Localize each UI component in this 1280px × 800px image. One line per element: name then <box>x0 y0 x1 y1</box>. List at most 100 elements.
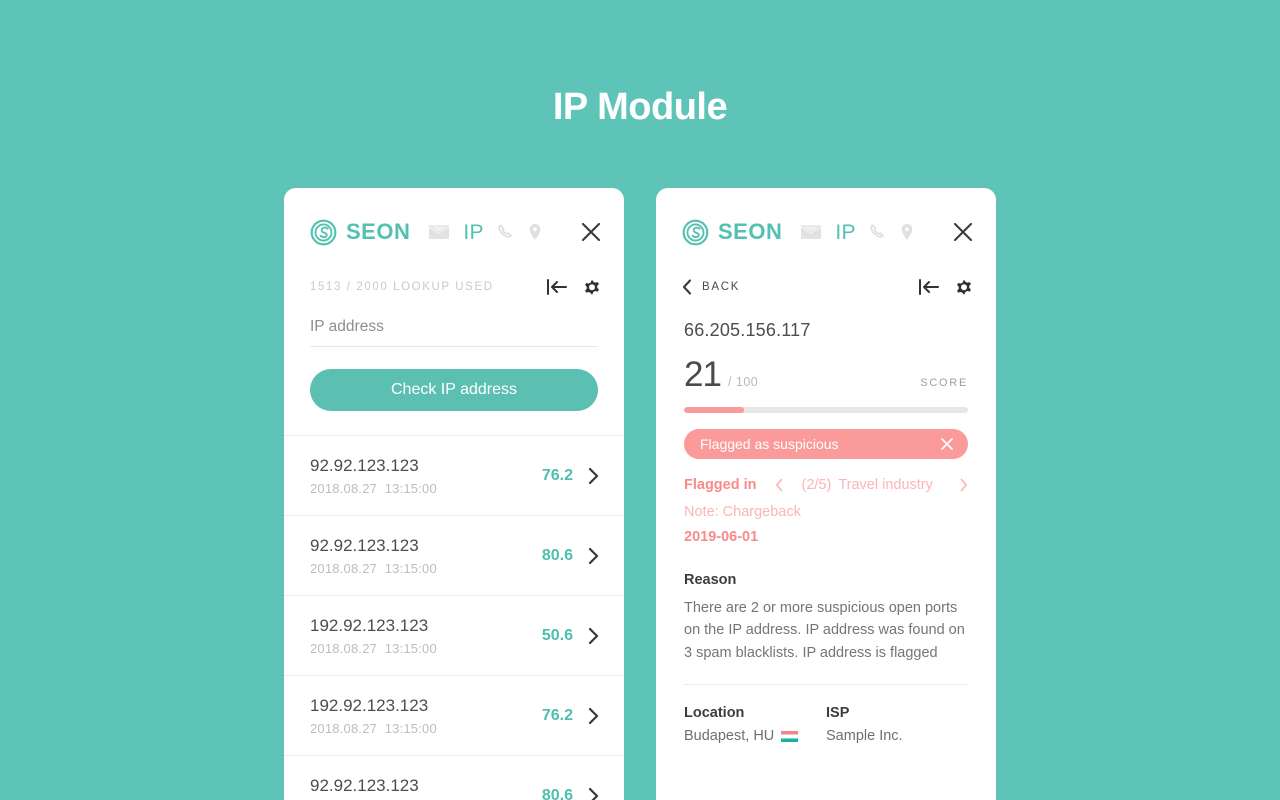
envelope-icon[interactable] <box>800 224 823 240</box>
chevron-left-icon[interactable] <box>775 478 784 492</box>
list-item-info: 92.92.123.123 2018.08.27 13:15:00 <box>310 455 542 495</box>
collapse-left-icon[interactable] <box>546 278 568 296</box>
reason-text: There are 2 or more suspicious open port… <box>684 600 965 661</box>
list-item-ip: 92.92.123.123 <box>310 536 419 556</box>
close-icon[interactable] <box>952 221 974 243</box>
ip-detail-card: SEON IP BACK 66.205.156.117 21 / 100 SCO… <box>656 188 996 800</box>
list-item-score: 80.6 <box>541 546 573 564</box>
flagged-banner-text: Flagged as suspicious <box>700 436 839 452</box>
collapse-left-icon[interactable] <box>918 278 940 296</box>
score-progress-bar <box>684 407 968 413</box>
gear-icon[interactable] <box>582 277 602 297</box>
list-item-info: 192.92.123.123 2018.08.27 13:15:00 <box>310 695 542 735</box>
flagged-banner: Flagged as suspicious <box>684 429 968 459</box>
chevron-right-icon[interactable] <box>587 467 600 485</box>
card-header-right: SEON IP <box>656 188 996 252</box>
isp-value: Sample Inc. <box>826 728 903 745</box>
detail-body: 66.205.156.117 21 / 100 SCORE Flagged as… <box>656 310 996 744</box>
check-ip-button[interactable]: Check IP address <box>310 369 598 411</box>
list-item-info: 92.92.123.123 2018.08.27 13:15:00 <box>310 535 542 575</box>
back-button[interactable]: BACK <box>682 279 740 295</box>
flagged-in-date: 2019-06-01 <box>684 529 759 545</box>
list-item-timestamp: 2018.08.27 13:15:00 <box>310 480 437 496</box>
list-item-info: 92.92.123.123 2018.08.27 13:15:00 <box>310 775 542 800</box>
isp-value-row: Sample Inc. <box>826 728 968 744</box>
list-item-score: 50.6 <box>541 626 573 644</box>
chevron-right-icon[interactable] <box>587 787 600 800</box>
location-column: Location Budapest, HU <box>684 705 826 744</box>
location-title: Location <box>684 705 745 722</box>
lookup-subbar: 1513 / 2000 LOOKUP USED <box>284 264 624 310</box>
list-item-ip: 92.92.123.123 <box>310 776 419 796</box>
lookup-used-label: 1513 / 2000 LOOKUP USED <box>310 281 494 293</box>
detail-ip-address: 66.205.156.117 <box>684 320 811 340</box>
score-value: 21 <box>684 355 722 394</box>
flagged-in-count: (2/5) <box>801 477 832 493</box>
seon-logo: SEON <box>682 219 782 246</box>
hungary-flag-icon <box>781 730 799 742</box>
location-value: Budapest, HU <box>684 728 775 745</box>
divider <box>684 684 968 686</box>
seon-logo-text: SEON <box>346 219 411 244</box>
gear-icon[interactable] <box>954 277 974 297</box>
meta-grid: Location Budapest, HU ISP Sample Inc. <box>684 705 968 744</box>
list-item-score: 76.2 <box>541 706 573 724</box>
seon-logo-text: SEON <box>718 219 783 244</box>
close-icon[interactable] <box>940 437 954 451</box>
score-max: / 100 <box>727 375 759 389</box>
list-item[interactable]: 192.92.123.123 2018.08.27 13:15:00 76.2 <box>284 676 624 756</box>
seon-logo: SEON <box>310 219 410 246</box>
list-item-info: 192.92.123.123 2018.08.27 13:15:00 <box>310 615 542 655</box>
location-value-row: Budapest, HU <box>684 728 826 744</box>
seon-logo-icon <box>310 219 337 245</box>
ip-lookup-card: SEON IP 1513 / 2000 LOOKUP USED IP addre… <box>284 188 624 800</box>
reason-title: Reason <box>684 572 737 588</box>
list-item[interactable]: 92.92.123.123 2018.08.27 13:15:00 80.6 <box>284 756 624 800</box>
phone-icon[interactable] <box>497 223 515 241</box>
list-item-ip: 192.92.123.123 <box>310 616 429 636</box>
location-pin-icon[interactable] <box>900 223 914 241</box>
seon-logo-icon <box>682 219 709 245</box>
list-item-timestamp: 2018.08.27 13:15:00 <box>310 560 437 576</box>
tab-ip[interactable]: IP <box>835 222 855 243</box>
chevron-right-icon[interactable] <box>587 547 600 565</box>
subbar-tools-right <box>918 277 974 297</box>
back-label: BACK <box>702 281 741 293</box>
isp-title: ISP <box>826 705 850 722</box>
chevron-right-icon[interactable] <box>959 478 968 492</box>
ip-history-list: 92.92.123.123 2018.08.27 13:15:00 76.2 9… <box>284 435 624 800</box>
list-item-timestamp: 2018.08.27 13:15:00 <box>310 720 437 736</box>
score-progress-fill <box>684 407 744 413</box>
phone-icon[interactable] <box>869 223 887 241</box>
tab-ip[interactable]: IP <box>463 222 483 243</box>
list-item[interactable]: 92.92.123.123 2018.08.27 13:15:00 76.2 <box>284 436 624 516</box>
detail-subbar: BACK <box>656 264 996 310</box>
card-header-left: SEON IP <box>284 188 624 252</box>
list-item[interactable]: 192.92.123.123 2018.08.27 13:15:00 50.6 <box>284 596 624 676</box>
chevron-left-icon <box>682 279 692 295</box>
flagged-in-note: Note: Chargeback <box>684 504 801 520</box>
list-item-ip: 92.92.123.123 <box>310 456 419 476</box>
location-pin-icon[interactable] <box>528 223 542 241</box>
score-row: 21 / 100 SCORE <box>684 357 968 392</box>
subbar-tools-left <box>546 277 602 297</box>
close-icon[interactable] <box>580 221 602 243</box>
list-item[interactable]: 92.92.123.123 2018.08.27 13:15:00 80.6 <box>284 516 624 596</box>
list-item-score: 76.2 <box>541 466 573 484</box>
cards-container: SEON IP 1513 / 2000 LOOKUP USED IP addre… <box>0 188 1280 800</box>
isp-column: ISP Sample Inc. <box>826 705 968 744</box>
envelope-icon[interactable] <box>428 224 451 240</box>
chevron-right-icon[interactable] <box>587 707 600 725</box>
ip-search-field <box>310 318 598 347</box>
header-tabs-right: IP <box>800 222 913 243</box>
flagged-in-industry: Travel industry <box>838 477 933 493</box>
list-item-score: 80.6 <box>541 786 573 800</box>
header-tabs-left: IP <box>428 222 541 243</box>
page-title: IP Module <box>552 86 728 128</box>
search-input[interactable] <box>310 318 598 336</box>
chevron-right-icon[interactable] <box>587 627 600 645</box>
list-item-timestamp: 2018.08.27 13:15:00 <box>310 640 437 656</box>
list-item-ip: 192.92.123.123 <box>310 696 429 716</box>
flagged-in-label: Flagged in <box>684 477 757 493</box>
flagged-in-row: Flagged in (2/5) Travel industry <box>684 477 968 493</box>
